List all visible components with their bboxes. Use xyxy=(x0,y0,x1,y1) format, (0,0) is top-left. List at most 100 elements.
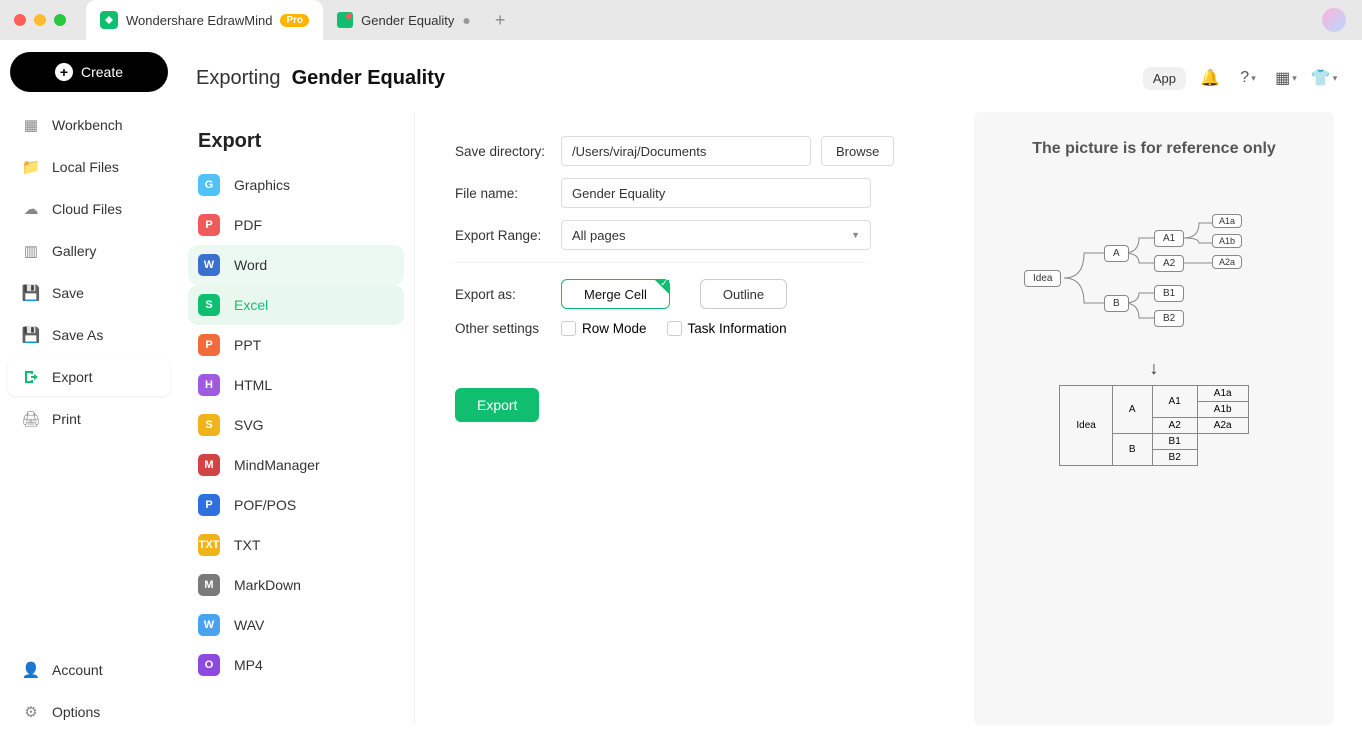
grid-icon[interactable]: ▦▾ xyxy=(1272,64,1300,92)
sidebar-item-cloud-files[interactable]: ☁ Cloud Files xyxy=(8,190,170,228)
sidebar-item-print[interactable]: 🖨Print xyxy=(8,400,170,438)
format-label: SVG xyxy=(234,417,264,433)
window-controls xyxy=(14,14,66,26)
format-label: MindManager xyxy=(234,457,320,473)
save-directory-input[interactable] xyxy=(561,136,811,166)
format-icon: S xyxy=(198,414,220,436)
format-txt[interactable]: TXT TXT xyxy=(188,525,404,565)
app-logo-icon xyxy=(100,11,118,29)
sidebar-item-label: Account xyxy=(52,662,103,678)
gallery-icon: ▥ xyxy=(22,242,40,260)
sidebar-item-local-files[interactable]: 📁 Local Files xyxy=(8,148,170,186)
export-panel-title: Export xyxy=(198,130,394,153)
sidebar-item-label: Save xyxy=(52,285,84,301)
help-icon[interactable]: ?▾ xyxy=(1234,64,1262,92)
save-directory-label: Save directory: xyxy=(455,144,551,159)
minimize-window-icon[interactable] xyxy=(34,14,46,26)
save-icon: 💾 xyxy=(22,284,40,302)
title-bar: Wondershare EdrawMind Pro Gender Equalit… xyxy=(0,0,1362,40)
tab-document[interactable]: Gender Equality ● xyxy=(323,0,485,40)
workbench-icon: ▦ xyxy=(22,116,40,134)
sidebar-item-options[interactable]: ⚙ Options xyxy=(8,693,170,731)
theme-icon[interactable]: 👕▾ xyxy=(1310,64,1338,92)
format-label: Excel xyxy=(234,297,268,313)
sidebar: + Create ▦ Workbench 📁 Local Files ☁ Cloud … xyxy=(0,40,178,743)
format-label: WAV xyxy=(234,617,264,633)
row-mode-checkbox[interactable] xyxy=(561,321,576,336)
task-info-checkbox[interactable] xyxy=(667,321,682,336)
sidebar-item-label: Workbench xyxy=(52,117,123,133)
create-label: Create xyxy=(81,64,123,80)
sidebar-item-workbench[interactable]: ▦ Workbench xyxy=(8,106,170,144)
format-mindmanager[interactable]: MMindManager xyxy=(188,445,404,485)
format-pdf[interactable]: PPDF xyxy=(188,205,404,245)
sidebar-item-save[interactable]: 💾 Save xyxy=(8,274,170,312)
format-icon: W xyxy=(198,254,220,276)
gear-icon: ⚙ xyxy=(22,703,40,721)
mindmap-diagram: Idea A B A1 A2 B1 B2 A1a A1b A2a xyxy=(1014,208,1294,348)
cloud-icon: ☁ xyxy=(22,200,40,218)
file-name-label: File name: xyxy=(455,186,551,201)
sidebar-item-label: Gallery xyxy=(52,243,96,259)
sidebar-item-export[interactable]: Export xyxy=(8,358,170,396)
sidebar-item-label: Export xyxy=(52,369,92,385)
bell-icon[interactable]: 🔔 xyxy=(1196,64,1224,92)
merge-cell-option[interactable]: Merge Cell xyxy=(561,279,670,309)
format-graphics[interactable]: GGraphics xyxy=(188,165,404,205)
export-range-label: Export Range: xyxy=(455,228,551,243)
format-label: MarkDown xyxy=(234,577,301,593)
export-icon xyxy=(22,368,40,386)
sidebar-item-save-as[interactable]: 💾 Save As xyxy=(8,316,170,354)
format-label: POF/POS xyxy=(234,497,296,513)
sidebar-item-label: Cloud Files xyxy=(52,201,122,217)
format-icon: P xyxy=(198,334,220,356)
export-settings-form: Save directory: Browse File name: Export… xyxy=(414,112,954,725)
sidebar-item-gallery[interactable]: ▥ Gallery xyxy=(8,232,170,270)
format-html[interactable]: HHTML xyxy=(188,365,404,405)
create-button[interactable]: + Create xyxy=(10,52,168,92)
format-label: MP4 xyxy=(234,657,263,673)
page-title: Exporting Gender Equality xyxy=(196,67,445,90)
format-icon: TXT xyxy=(198,534,220,556)
sidebar-item-label: Options xyxy=(52,704,100,720)
new-tab-button[interactable]: + xyxy=(485,10,516,31)
format-markdown[interactable]: M MarkDown xyxy=(188,565,404,605)
format-label: PPT xyxy=(234,337,261,353)
maximize-window-icon[interactable] xyxy=(54,14,66,26)
save-as-icon: 💾 xyxy=(22,326,40,344)
format-wav[interactable]: W WAV xyxy=(188,605,404,645)
user-avatar[interactable] xyxy=(1322,8,1346,32)
format-label: Graphics xyxy=(234,177,290,193)
format-word[interactable]: W Word xyxy=(188,245,404,285)
browse-button[interactable]: Browse xyxy=(821,136,894,166)
export-button[interactable]: Export xyxy=(455,388,539,422)
arrow-down-icon: ↓ xyxy=(994,358,1314,379)
file-name-input[interactable] xyxy=(561,178,871,208)
sidebar-item-label: Local Files xyxy=(52,159,119,175)
sidebar-item-label: Save As xyxy=(52,327,103,343)
format-pofpos[interactable]: PPOF/POS xyxy=(188,485,404,525)
format-label: TXT xyxy=(234,537,260,553)
export-range-select[interactable]: All pages ▼ xyxy=(561,220,871,250)
sidebar-item-account[interactable]: 👤Account xyxy=(8,651,170,689)
tab-label: Gender Equality xyxy=(361,13,454,28)
format-excel[interactable]: SExcel xyxy=(188,285,404,325)
merge-cell-table: IdeaAA1A1a A1b A2A2a BB1 B2 xyxy=(1059,385,1248,466)
app-pill[interactable]: App xyxy=(1143,67,1186,90)
task-info-label: Task Information xyxy=(688,321,787,336)
format-icon: W xyxy=(198,614,220,636)
close-window-icon[interactable] xyxy=(14,14,26,26)
tab-app-home[interactable]: Wondershare EdrawMind Pro xyxy=(86,0,323,40)
page-header: Exporting Gender Equality App 🔔 ?▾ ▦▾ 👕▾ xyxy=(178,58,1362,98)
format-icon: P xyxy=(198,214,220,236)
format-mp4[interactable]: OMP4 xyxy=(188,645,404,685)
print-icon: 🖨 xyxy=(22,410,40,428)
format-label: HTML xyxy=(234,377,272,393)
format-ppt[interactable]: P PPT xyxy=(188,325,404,365)
export-format-panel: Export GGraphicsPPDFWWordSExcelPPPTHHTML… xyxy=(178,112,414,725)
outline-option[interactable]: Outline xyxy=(700,279,787,309)
folder-icon: 📁 xyxy=(22,158,40,176)
format-svg[interactable]: S SVG xyxy=(188,405,404,445)
format-icon: M xyxy=(198,574,220,596)
format-label: Word xyxy=(234,257,267,273)
